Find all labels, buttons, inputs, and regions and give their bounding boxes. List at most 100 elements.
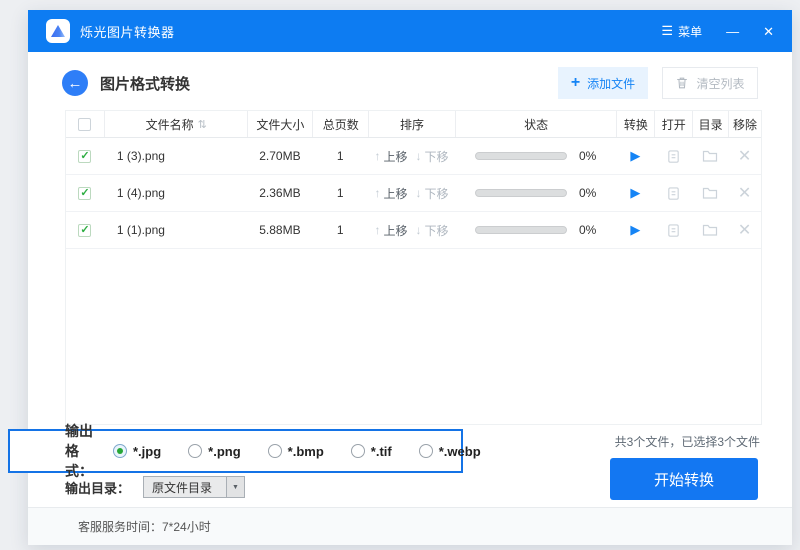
open-file-icon[interactable] [666, 186, 681, 201]
move-down-button[interactable]: ↓ 下移 [416, 148, 449, 165]
column-sort-icon: ⇅ [198, 118, 207, 131]
open-file-icon[interactable] [666, 223, 681, 238]
column-header-open: 打开 [654, 111, 692, 137]
clear-list-label: 清空列表 [696, 75, 744, 92]
close-icon[interactable]: ✕ [763, 25, 774, 38]
service-hours-text: 客服服务时间：7*24小时 [78, 518, 211, 535]
output-dir-value: 原文件目录 [144, 479, 226, 496]
app-logo-icon [46, 19, 70, 43]
page-header: ← 图片格式转换 + 添加文件 清空列表 [62, 66, 758, 100]
table-body: ✓ 1 (3).png 2.70MB 1 ↑ 上移 ↓ 下移 0% ▶ [66, 138, 761, 249]
convert-play-icon[interactable]: ▶ [630, 148, 640, 164]
column-header-size: 文件大小 [247, 111, 312, 137]
output-format-highlight-box: 输出格式： *.jpg*.png*.bmp*.tif*.webp [8, 429, 463, 473]
arrow-down-icon: ↓ [416, 149, 422, 163]
back-arrow-icon: ← [68, 75, 83, 92]
format-option-label: *.png [208, 444, 241, 459]
output-format-label: 输出格式： [65, 421, 93, 481]
file-name: 1 (3).png [104, 149, 248, 163]
move-down-button[interactable]: ↓ 下移 [416, 222, 449, 239]
arrow-up-icon: ↑ [375, 186, 381, 200]
format-option-bmp[interactable]: *.bmp [268, 444, 324, 459]
table-header-row: ✓ 文件名称 ⇅ 文件大小 总页数 排序 状态 转换 打开 目录 移除 [66, 111, 761, 138]
file-size: 5.88MB [248, 223, 313, 237]
plus-icon: + [571, 75, 580, 91]
menu-button[interactable]: ☰ 菜单 [661, 23, 702, 40]
row-checkbox[interactable]: ✓ [78, 150, 91, 163]
arrow-down-icon: ↓ [416, 186, 422, 200]
column-header-convert: 转换 [616, 111, 654, 137]
open-folder-icon[interactable] [702, 223, 718, 237]
progress-percent: 0% [579, 149, 596, 163]
column-header-pages: 总页数 [312, 111, 368, 137]
menu-icon: ☰ [661, 23, 673, 39]
progress-bar [475, 189, 567, 197]
progress-percent: 0% [579, 223, 596, 237]
files-summary: 共3个文件，已选择3个文件 [615, 433, 760, 450]
move-up-button[interactable]: ↑ 上移 [375, 185, 408, 202]
open-folder-icon[interactable] [702, 149, 718, 163]
radio-icon[interactable] [268, 444, 282, 458]
row-checkbox[interactable]: ✓ [78, 187, 91, 200]
add-files-button[interactable]: + 添加文件 [558, 67, 648, 99]
page-title: 图片格式转换 [100, 73, 190, 94]
arrow-up-icon: ↑ [375, 223, 381, 237]
move-up-button[interactable]: ↑ 上移 [375, 148, 408, 165]
progress-percent: 0% [579, 186, 596, 200]
radio-icon[interactable] [351, 444, 365, 458]
arrow-up-icon: ↑ [375, 149, 381, 163]
output-format-options: *.jpg *.png *.bmp *.tif *.webp [113, 444, 481, 459]
file-pages: 1 [312, 186, 368, 200]
format-option-jpg[interactable]: *.jpg [113, 444, 161, 459]
remove-file-icon[interactable]: ✕ [738, 146, 751, 166]
minimize-icon[interactable]: — [726, 25, 739, 38]
progress-bar [475, 152, 567, 160]
trash-icon [675, 76, 689, 90]
file-table: ✓ 文件名称 ⇅ 文件大小 总页数 排序 状态 转换 打开 目录 移除 ✓ 1 … [65, 110, 762, 425]
open-file-icon[interactable] [666, 149, 681, 164]
file-size: 2.70MB [248, 149, 313, 163]
format-option-label: *.bmp [288, 444, 324, 459]
move-up-button[interactable]: ↑ 上移 [375, 222, 408, 239]
format-option-label: *.webp [439, 444, 481, 459]
format-option-label: *.jpg [133, 444, 161, 459]
column-header-sort: 排序 [368, 111, 455, 137]
output-dir-dropdown[interactable]: 原文件目录 ▼ [143, 476, 245, 498]
column-header-status: 状态 [455, 111, 617, 137]
footer: 客服服务时间：7*24小时 [28, 507, 792, 545]
open-folder-icon[interactable] [702, 186, 718, 200]
file-name: 1 (4).png [104, 186, 248, 200]
file-pages: 1 [312, 223, 368, 237]
progress-bar [475, 226, 567, 234]
select-all-checkbox[interactable]: ✓ [78, 118, 91, 131]
table-row: ✓ 1 (3).png 2.70MB 1 ↑ 上移 ↓ 下移 0% ▶ [66, 138, 761, 175]
table-row: ✓ 1 (4).png 2.36MB 1 ↑ 上移 ↓ 下移 0% ▶ [66, 175, 761, 212]
file-name: 1 (1).png [104, 223, 248, 237]
file-size: 2.36MB [248, 186, 313, 200]
clear-list-button[interactable]: 清空列表 [662, 67, 758, 99]
remove-file-icon[interactable]: ✕ [738, 220, 751, 240]
convert-play-icon[interactable]: ▶ [630, 185, 640, 201]
column-header-remove: 移除 [728, 111, 761, 137]
move-down-button[interactable]: ↓ 下移 [416, 185, 449, 202]
convert-play-icon[interactable]: ▶ [630, 222, 640, 238]
column-header-dir: 目录 [692, 111, 728, 137]
row-checkbox[interactable]: ✓ [78, 224, 91, 237]
titlebar: 烁光图片转换器 ☰ 菜单 — ✕ [28, 10, 792, 52]
table-row: ✓ 1 (1).png 5.88MB 1 ↑ 上移 ↓ 下移 0% ▶ [66, 212, 761, 249]
back-button[interactable]: ← [62, 70, 88, 96]
app-title: 烁光图片转换器 [80, 22, 175, 41]
column-header-name[interactable]: 文件名称 ⇅ [104, 111, 248, 137]
add-files-label: 添加文件 [587, 75, 635, 92]
format-option-png[interactable]: *.png [188, 444, 241, 459]
arrow-down-icon: ↓ [416, 223, 422, 237]
menu-label: 菜单 [678, 23, 702, 40]
file-pages: 1 [312, 149, 368, 163]
format-option-webp[interactable]: *.webp [419, 444, 481, 459]
start-convert-button[interactable]: 开始转换 [610, 458, 758, 500]
remove-file-icon[interactable]: ✕ [738, 183, 751, 203]
radio-icon[interactable] [113, 444, 127, 458]
radio-icon[interactable] [188, 444, 202, 458]
format-option-tif[interactable]: *.tif [351, 444, 392, 459]
radio-icon[interactable] [419, 444, 433, 458]
